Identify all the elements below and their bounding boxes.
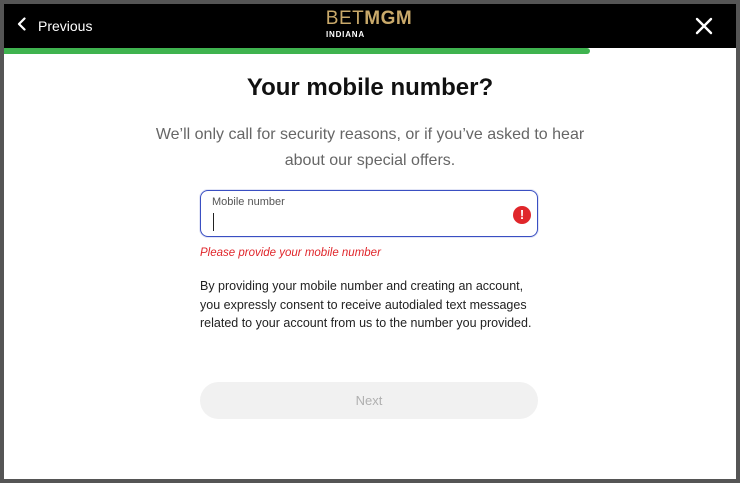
previous-label: Previous [38, 18, 93, 34]
text-caret [213, 213, 214, 231]
logo-bet: BET [325, 8, 365, 29]
progress-track [4, 48, 736, 54]
close-icon [694, 17, 714, 40]
next-button[interactable]: Next [200, 382, 538, 419]
previous-button[interactable]: Previous [16, 14, 92, 38]
logo-mgm: MGM [364, 8, 413, 29]
page-subtitle: We’ll only call for security reasons, or… [155, 126, 585, 169]
registration-modal: Previous BETMGM INDIANA Your mobile numb… [4, 4, 736, 479]
header-bar: Previous BETMGM INDIANA [4, 4, 736, 48]
logo-state: INDIANA [326, 30, 365, 39]
page-title: Your mobile number? [246, 74, 494, 101]
error-message: Please provide your mobile number [200, 247, 381, 259]
consent-text: By providing your mobile number and crea… [200, 279, 532, 330]
mobile-number-input[interactable] [212, 211, 502, 231]
close-button[interactable] [694, 16, 714, 36]
error-icon: ! [513, 206, 531, 224]
chevron-left-icon [16, 16, 28, 36]
mobile-number-label: Mobile number [212, 196, 285, 208]
progress-fill [4, 48, 590, 54]
mobile-number-field[interactable]: Mobile number ! [200, 190, 538, 237]
betmgm-logo: BETMGM INDIANA [324, 8, 414, 40]
